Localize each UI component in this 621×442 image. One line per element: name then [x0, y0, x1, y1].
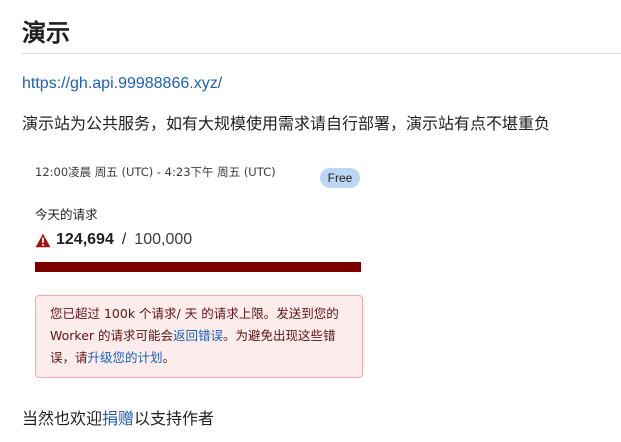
count-separator: /	[121, 231, 127, 248]
demo-url-link[interactable]: https://gh.api.99988866.xyz/	[22, 73, 222, 95]
page-title: 演示	[22, 19, 70, 47]
description-text: 演示站为公共服务，如有大规模使用需求请自行部署，演示站有点不堪重负	[22, 114, 551, 133]
plan-badge: Free	[320, 168, 360, 188]
title-divider	[22, 53, 621, 54]
usage-progress-fill	[35, 262, 361, 272]
request-count: 124,694 / 100,000	[35, 229, 192, 251]
warning-triangle-icon	[35, 233, 51, 247]
requests-label: 今天的请求	[35, 207, 98, 222]
alert-text-3: 。	[162, 350, 176, 365]
support-text: 当然也欢迎捐赠以支持作者	[22, 408, 214, 430]
time-range: 12:00凌晨 周五 (UTC) - 4:23下午 周五 (UTC)	[35, 165, 276, 179]
return-errors-link[interactable]: 返回错误	[173, 328, 223, 343]
limit-exceeded-alert: 您已超过 100k 个请求/ 天 的请求上限。发送到您的 Worker 的请求可…	[35, 295, 363, 378]
requests-used: 124,694	[56, 231, 114, 248]
usage-progress-bar	[35, 262, 361, 272]
donate-link[interactable]: 捐赠	[102, 409, 134, 428]
support-text-before: 当然也欢迎	[22, 409, 103, 428]
support-text-after: 以支持作者	[134, 409, 215, 428]
requests-limit: 100,000	[134, 231, 193, 248]
upgrade-plan-link[interactable]: 升级您的计划	[88, 350, 163, 365]
